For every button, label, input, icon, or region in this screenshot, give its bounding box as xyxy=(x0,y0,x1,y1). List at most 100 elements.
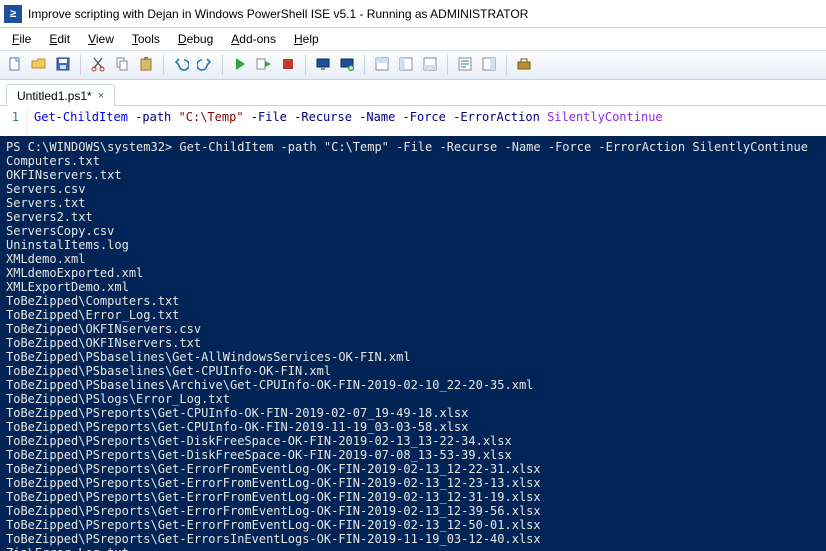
stop-button[interactable] xyxy=(277,54,299,76)
token-param: -Name xyxy=(359,110,395,124)
token-value: SilentlyContinue xyxy=(547,110,663,124)
show-command-icon xyxy=(481,56,497,75)
open-button[interactable] xyxy=(28,54,50,76)
layout-2-button[interactable] xyxy=(395,54,417,76)
paste-button[interactable] xyxy=(135,54,157,76)
layout-3-icon xyxy=(422,56,438,75)
console-output-line: ToBeZipped\Error_Log.txt xyxy=(6,308,820,322)
toolbox-icon xyxy=(516,56,532,75)
layout-1-button[interactable] xyxy=(371,54,393,76)
menu-view[interactable]: View xyxy=(80,30,122,48)
console-output-line: ToBeZipped\OKFINservers.csv xyxy=(6,322,820,336)
menu-add-ons[interactable]: Add-ons xyxy=(223,30,284,48)
console-prompt: PS C:\WINDOWS\system32> Get-ChildItem -p… xyxy=(6,140,820,154)
console-output-line: ToBeZipped\PSreports\Get-DiskFreeSpace-O… xyxy=(6,434,820,448)
token-param: -path xyxy=(135,110,171,124)
layout-3-button[interactable] xyxy=(419,54,441,76)
run-icon xyxy=(232,56,248,75)
line-number: 1 xyxy=(0,106,28,136)
console-output-line: XMLdemo.xml xyxy=(6,252,820,266)
copy-icon xyxy=(114,56,130,75)
token-cmdlet: Get-ChildItem xyxy=(34,110,128,124)
console-output-line: ToBeZipped\PSreports\Get-ErrorFromEventL… xyxy=(6,490,820,504)
copy-button[interactable] xyxy=(111,54,133,76)
token-param: -ErrorAction xyxy=(453,110,540,124)
console-output-line: XMLdemoExported.xml xyxy=(6,266,820,280)
console-output-line: ToBeZipped\PSbaselines\Get-CPUInfo-OK-FI… xyxy=(6,364,820,378)
console-output-line: Servers2.txt xyxy=(6,210,820,224)
console-output-line: ToBeZipped\PSreports\Get-ErrorFromEventL… xyxy=(6,518,820,532)
redo-button[interactable] xyxy=(194,54,216,76)
console-output-line: Computers.txt xyxy=(6,154,820,168)
menu-tools[interactable]: Tools xyxy=(124,30,168,48)
menubar: FileEditViewToolsDebugAdd-onsHelp xyxy=(0,28,826,50)
console-pane[interactable]: PS C:\WINDOWS\system32> Get-ChildItem -p… xyxy=(0,136,826,551)
console-output-line: ToBeZipped\PSreports\Get-ErrorsInEventLo… xyxy=(6,532,820,546)
separator xyxy=(364,55,365,75)
redo-icon xyxy=(197,56,213,75)
save-button[interactable] xyxy=(52,54,74,76)
paste-icon xyxy=(138,56,154,75)
console-output-line: ToBeZipped\PSlogs\Error_Log.txt xyxy=(6,392,820,406)
menu-file[interactable]: File xyxy=(4,30,39,48)
run-selection-button[interactable] xyxy=(253,54,275,76)
console-output-line: OKFINservers.txt xyxy=(6,168,820,182)
token-param: -Recurse xyxy=(294,110,352,124)
open-icon xyxy=(31,56,47,75)
show-script-icon xyxy=(457,56,473,75)
save-icon xyxy=(55,56,71,75)
cut-icon xyxy=(90,56,106,75)
window-title: Improve scripting with Dejan in Windows … xyxy=(28,7,528,21)
menu-debug[interactable]: Debug xyxy=(170,30,221,48)
run-selection-icon xyxy=(256,56,272,75)
layout-2-icon xyxy=(398,56,414,75)
menu-edit[interactable]: Edit xyxy=(41,30,78,48)
script-tab[interactable]: Untitled1.ps1* × xyxy=(6,84,115,106)
undo-icon xyxy=(173,56,189,75)
new-button[interactable] xyxy=(4,54,26,76)
token-string: "C:\Temp" xyxy=(179,110,244,124)
token-param: -Force xyxy=(403,110,446,124)
console-output-line: ToBeZipped\PSreports\Get-ErrorFromEventL… xyxy=(6,462,820,476)
console-output-line: ToBeZipped\PSbaselines\Get-AllWindowsSer… xyxy=(6,350,820,364)
separator xyxy=(80,55,81,75)
remote-icon xyxy=(315,56,331,75)
new-remote-icon xyxy=(339,56,355,75)
console-output-line: ToBeZipped\PSbaselines\Archive\Get-CPUIn… xyxy=(6,378,820,392)
show-command-button[interactable] xyxy=(478,54,500,76)
undo-button[interactable] xyxy=(170,54,192,76)
code-line[interactable]: Get-ChildItem -path "C:\Temp" -File -Rec… xyxy=(28,106,669,136)
console-output-line: Servers.csv xyxy=(6,182,820,196)
titlebar: ≥ Improve scripting with Dejan in Window… xyxy=(0,0,826,28)
separator xyxy=(305,55,306,75)
tab-label: Untitled1.ps1* xyxy=(17,89,92,103)
console-output-line: ServersCopy.csv xyxy=(6,224,820,238)
console-output-line: ToBeZipped\PSreports\Get-CPUInfo-OK-FIN-… xyxy=(6,420,820,434)
separator xyxy=(447,55,448,75)
remote-button[interactable] xyxy=(312,54,334,76)
toolbar xyxy=(0,50,826,80)
console-output-line: Servers.txt xyxy=(6,196,820,210)
console-output-line: XMLExportDemo.xml xyxy=(6,280,820,294)
toolbox-button[interactable] xyxy=(513,54,535,76)
console-output-line: Zip\Error_Log.txt xyxy=(6,546,820,551)
script-editor[interactable]: 1 Get-ChildItem -path "C:\Temp" -File -R… xyxy=(0,106,826,136)
run-button[interactable] xyxy=(229,54,251,76)
token-param: -File xyxy=(251,110,287,124)
console-output-line: ToBeZipped\PSreports\Get-ErrorFromEventL… xyxy=(6,476,820,490)
console-output-line: ToBeZipped\OKFINservers.txt xyxy=(6,336,820,350)
show-script-button[interactable] xyxy=(454,54,476,76)
layout-1-icon xyxy=(374,56,390,75)
stop-icon xyxy=(280,56,296,75)
separator xyxy=(163,55,164,75)
app-icon: ≥ xyxy=(4,5,22,23)
tabbar: Untitled1.ps1* × xyxy=(0,80,826,106)
console-output-line: ToBeZipped\Computers.txt xyxy=(6,294,820,308)
console-output-line: ToBeZipped\PSreports\Get-CPUInfo-OK-FIN-… xyxy=(6,406,820,420)
close-icon[interactable]: × xyxy=(98,90,104,102)
new-remote-button[interactable] xyxy=(336,54,358,76)
separator xyxy=(222,55,223,75)
menu-help[interactable]: Help xyxy=(286,30,327,48)
cut-button[interactable] xyxy=(87,54,109,76)
console-output-line: ToBeZipped\PSreports\Get-DiskFreeSpace-O… xyxy=(6,448,820,462)
